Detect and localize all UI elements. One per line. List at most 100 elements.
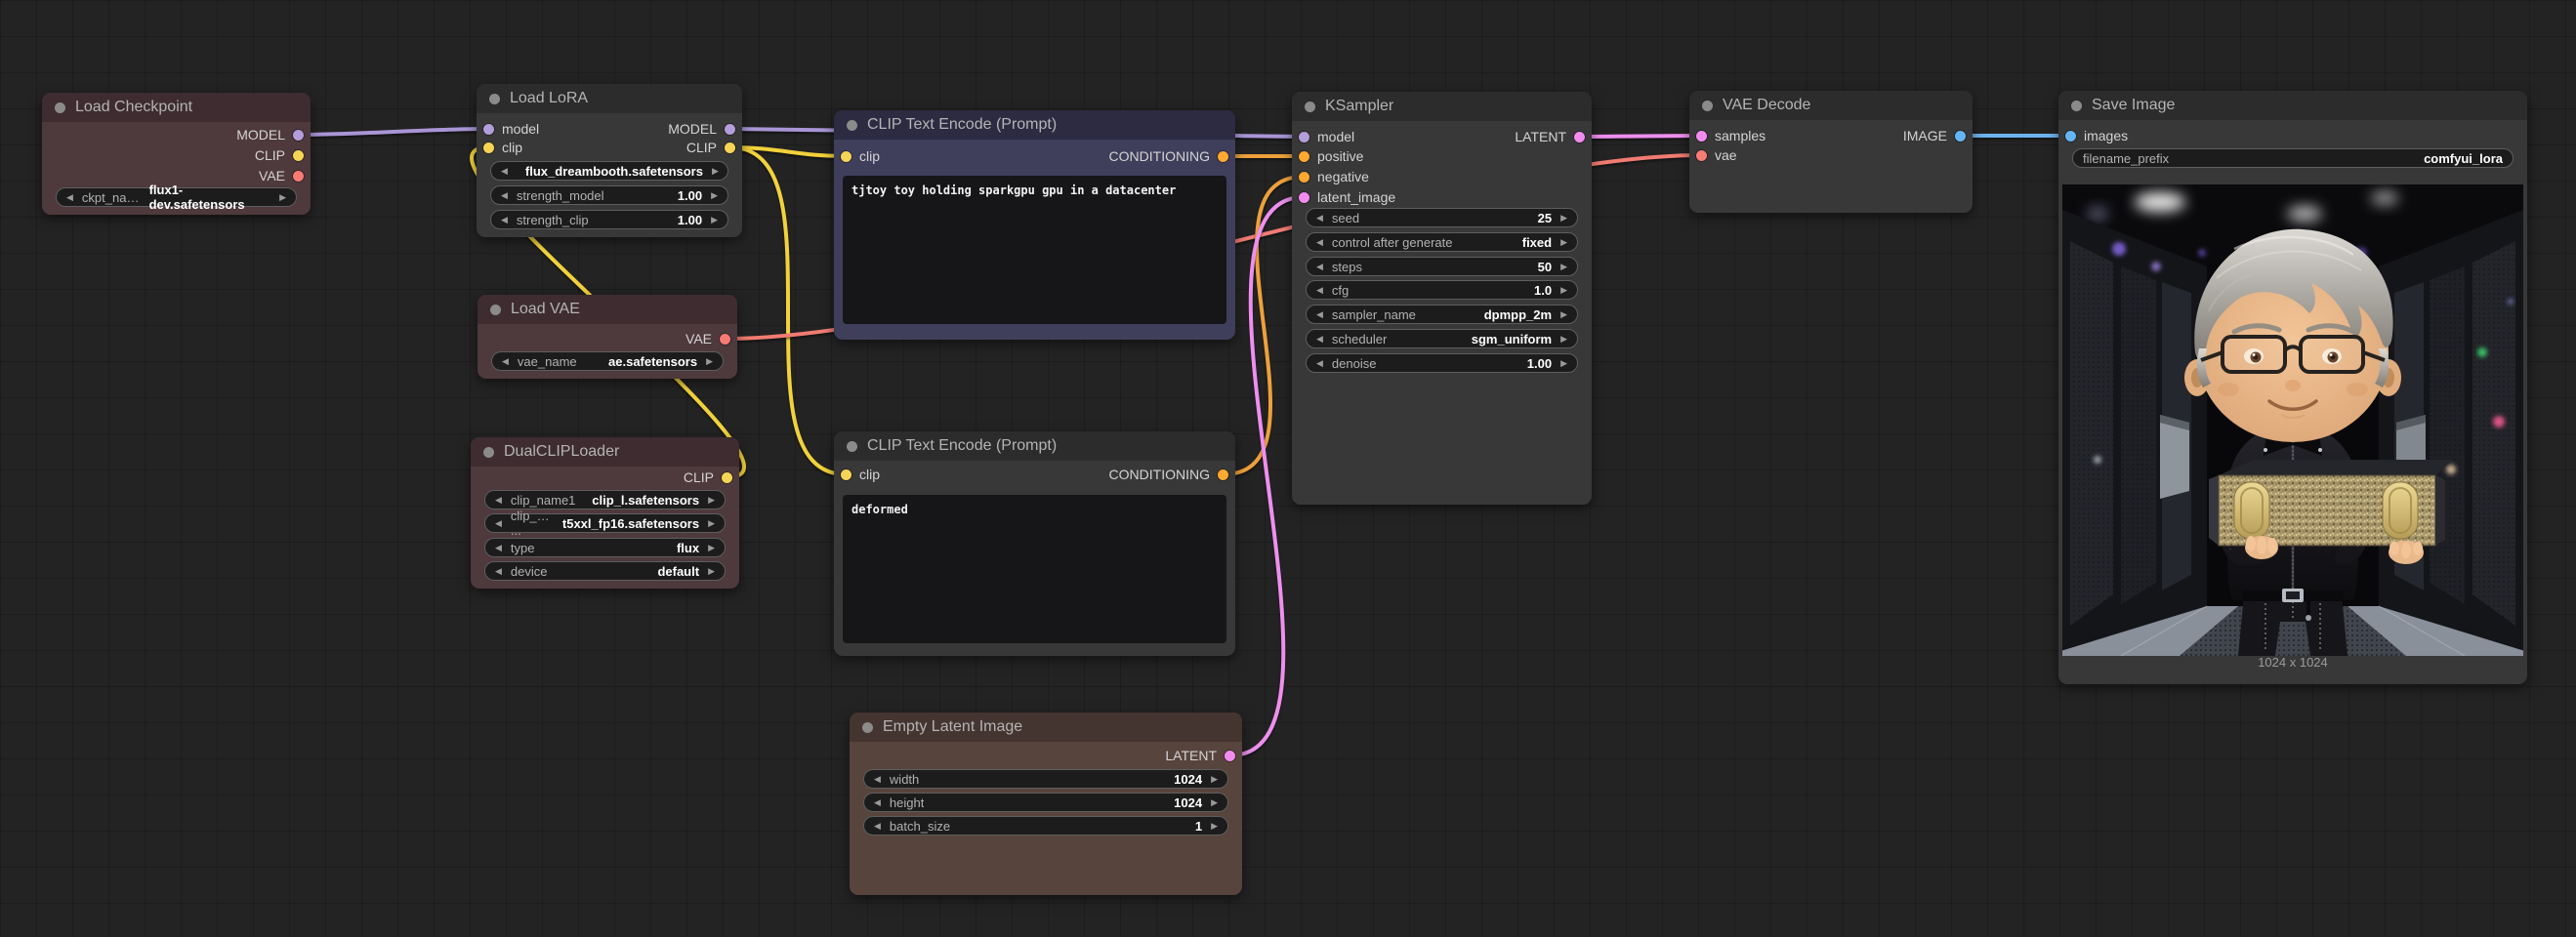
- vae-port-icon[interactable]: [293, 171, 304, 182]
- stepper-right-icon[interactable]: ▶: [1211, 775, 1218, 784]
- model-port-icon[interactable]: [1299, 132, 1309, 143]
- node-save-image[interactable]: Save Image images filename_prefix comfyu…: [2058, 91, 2527, 684]
- stepper-right-icon[interactable]: ▶: [706, 357, 713, 366]
- stepper-left-icon[interactable]: ◀: [1316, 238, 1323, 247]
- stepper-right-icon[interactable]: ▶: [1211, 822, 1218, 831]
- node-clip-text-encode-negative[interactable]: CLIP Text Encode (Prompt) clip CONDITION…: [834, 431, 1235, 656]
- lora-name-widget[interactable]: ◀ lor ... flux_dreambooth.safetensors ▶: [490, 161, 728, 181]
- stepper-left-icon[interactable]: ◀: [874, 798, 881, 807]
- stepper-left-icon[interactable]: ◀: [1316, 310, 1323, 319]
- type-widget[interactable]: ◀ type flux ▶: [484, 538, 726, 557]
- stepper-right-icon[interactable]: ▶: [1560, 238, 1567, 247]
- model-port-icon[interactable]: [725, 124, 735, 135]
- node-status-dot-icon: [1305, 102, 1315, 112]
- clip-port-icon[interactable]: [722, 472, 732, 483]
- stepper-right-icon[interactable]: ▶: [708, 544, 715, 552]
- latent-port-icon[interactable]: [1299, 192, 1309, 203]
- stepper-right-icon[interactable]: ▶: [1560, 286, 1567, 295]
- slot-label: CONDITIONING: [1109, 148, 1210, 164]
- conditioning-port-icon[interactable]: [1218, 151, 1228, 162]
- batch-size-widget[interactable]: ◀ batch_size 1 ▶: [863, 816, 1228, 835]
- conditioning-port-icon[interactable]: [1299, 151, 1309, 162]
- ckpt-name-widget[interactable]: ◀ ckpt_name flux1-dev.safetensors ▶: [56, 187, 297, 207]
- node-graph-canvas[interactable]: Load Checkpoint MODEL CLIP VAE ◀ ckpt_na…: [0, 0, 2576, 937]
- stepper-right-icon[interactable]: ▶: [1560, 214, 1567, 223]
- image-port-icon[interactable]: [2065, 131, 2076, 142]
- clip-port-icon[interactable]: [293, 150, 304, 161]
- sampler-name-widget[interactable]: ◀ sampler_name dpmpp_2m ▶: [1306, 305, 1578, 324]
- strength-model-widget[interactable]: ◀ strength_model 1.00 ▶: [490, 185, 728, 205]
- clip-port-icon[interactable]: [841, 151, 852, 162]
- width-widget[interactable]: ◀ width 1024 ▶: [863, 769, 1228, 789]
- latent-port-icon[interactable]: [1574, 132, 1585, 143]
- steps-widget[interactable]: ◀ steps 50 ▶: [1306, 257, 1578, 276]
- stepper-right-icon[interactable]: ▶: [711, 191, 718, 200]
- node-load-vae[interactable]: Load VAE VAE ◀ vae_name ae.safetensors ▶: [478, 295, 737, 379]
- stepper-left-icon[interactable]: ◀: [495, 519, 502, 528]
- stepper-right-icon[interactable]: ▶: [1211, 798, 1218, 807]
- stepper-left-icon[interactable]: ◀: [495, 496, 502, 505]
- denoise-widget[interactable]: ◀ denoise 1.00 ▶: [1306, 353, 1578, 373]
- output-slot-latent: LATENT: [1515, 127, 1585, 146]
- filename-prefix-widget[interactable]: filename_prefix comfyui_lora: [2072, 148, 2514, 168]
- stepper-left-icon[interactable]: ◀: [1316, 214, 1323, 223]
- device-widget[interactable]: ◀ device default ▶: [484, 561, 726, 581]
- stepper-left-icon[interactable]: ◀: [501, 216, 508, 224]
- control-after-generate-widget[interactable]: ◀ control after generate fixed ▶: [1306, 232, 1578, 252]
- node-load-lora[interactable]: Load LoRA model clip MODEL CLIP ◀ lor ..…: [477, 84, 742, 237]
- vae-port-icon[interactable]: [720, 334, 730, 345]
- node-ksampler[interactable]: KSampler model positive negative latent_…: [1292, 92, 1592, 505]
- stepper-left-icon[interactable]: ◀: [874, 775, 881, 784]
- latent-port-icon[interactable]: [1225, 751, 1235, 761]
- stepper-right-icon[interactable]: ▶: [708, 496, 715, 505]
- scheduler-widget[interactable]: ◀ scheduler sgm_uniform ▶: [1306, 329, 1578, 348]
- stepper-right-icon[interactable]: ▶: [1560, 359, 1567, 368]
- conditioning-port-icon[interactable]: [1218, 469, 1228, 480]
- image-port-icon[interactable]: [1955, 131, 1966, 142]
- stepper-right-icon[interactable]: ▶: [712, 167, 719, 176]
- model-port-icon[interactable]: [293, 130, 304, 141]
- stepper-left-icon[interactable]: ◀: [66, 193, 73, 202]
- widget-value: comfyui_lora: [2424, 151, 2503, 166]
- slot-label: clip: [859, 467, 880, 482]
- stepper-right-icon[interactable]: ▶: [708, 519, 715, 528]
- stepper-left-icon[interactable]: ◀: [1316, 359, 1323, 368]
- node-clip-text-encode-positive[interactable]: CLIP Text Encode (Prompt) clip CONDITION…: [834, 110, 1235, 340]
- stepper-right-icon[interactable]: ▶: [279, 193, 286, 202]
- conditioning-port-icon[interactable]: [1299, 172, 1309, 183]
- prompt-text-area[interactable]: deformed: [843, 495, 1226, 643]
- stepper-right-icon[interactable]: ▶: [1560, 263, 1567, 271]
- latent-port-icon[interactable]: [1696, 131, 1707, 142]
- widget-label: cfg: [1332, 283, 1349, 298]
- stepper-left-icon[interactable]: ◀: [495, 567, 502, 576]
- clip-port-icon[interactable]: [841, 469, 852, 480]
- stepper-left-icon[interactable]: ◀: [501, 167, 508, 176]
- vae-port-icon[interactable]: [1696, 150, 1707, 161]
- node-empty-latent-image[interactable]: Empty Latent Image LATENT ◀ width 1024 ▶…: [850, 713, 1242, 895]
- clip-name2-widget[interactable]: ◀ clip_nam ... t5xxl_fp16.safetensors ▶: [484, 513, 726, 533]
- seed-widget[interactable]: ◀ seed 25 ▶: [1306, 208, 1578, 227]
- prompt-text-area[interactable]: tjtoy toy holding sparkgpu gpu in a data…: [843, 176, 1226, 324]
- stepper-left-icon[interactable]: ◀: [501, 191, 508, 200]
- model-port-icon[interactable]: [483, 124, 494, 135]
- node-dual-clip-loader[interactable]: DualCLIPLoader CLIP ◀ clip_name1 clip_l.…: [471, 437, 739, 589]
- stepper-left-icon[interactable]: ◀: [502, 357, 509, 366]
- strength-clip-widget[interactable]: ◀ strength_clip 1.00 ▶: [490, 210, 728, 229]
- clip-port-icon[interactable]: [483, 143, 494, 153]
- stepper-left-icon[interactable]: ◀: [1316, 286, 1323, 295]
- height-widget[interactable]: ◀ height 1024 ▶: [863, 793, 1228, 812]
- stepper-left-icon[interactable]: ◀: [1316, 335, 1323, 344]
- node-load-checkpoint[interactable]: Load Checkpoint MODEL CLIP VAE ◀ ckpt_na…: [42, 93, 311, 215]
- node-vae-decode[interactable]: VAE Decode samples vae IMAGE: [1689, 91, 1973, 213]
- stepper-right-icon[interactable]: ▶: [708, 567, 715, 576]
- stepper-left-icon[interactable]: ◀: [874, 822, 881, 831]
- stepper-right-icon[interactable]: ▶: [711, 216, 718, 224]
- stepper-right-icon[interactable]: ▶: [1560, 310, 1567, 319]
- vae-name-widget[interactable]: ◀ vae_name ae.safetensors ▶: [491, 351, 724, 371]
- clip-port-icon[interactable]: [725, 143, 735, 153]
- stepper-right-icon[interactable]: ▶: [1560, 335, 1567, 344]
- cfg-widget[interactable]: ◀ cfg 1.0 ▶: [1306, 280, 1578, 300]
- stepper-left-icon[interactable]: ◀: [495, 544, 502, 552]
- stepper-left-icon[interactable]: ◀: [1316, 263, 1323, 271]
- clip-name1-widget[interactable]: ◀ clip_name1 clip_l.safetensors ▶: [484, 490, 726, 509]
